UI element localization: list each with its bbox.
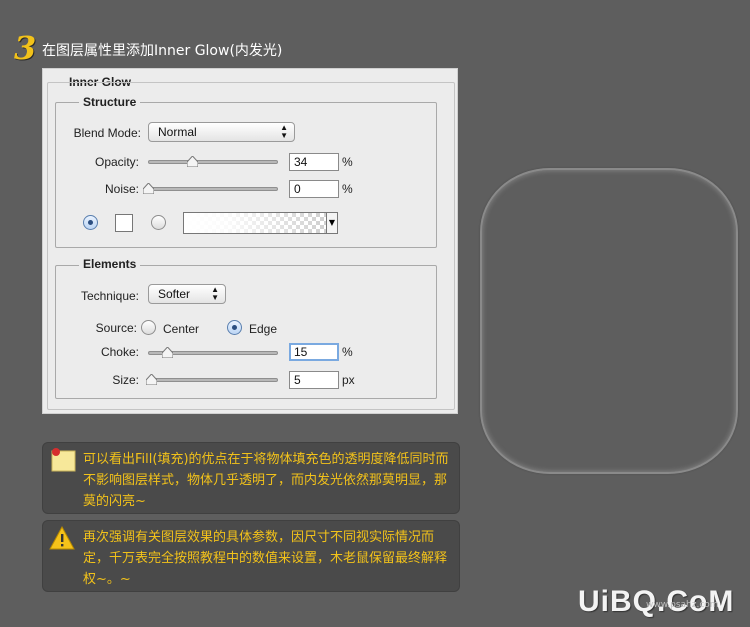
- blend-mode-value: Normal: [158, 125, 197, 139]
- select-arrows-icon: ▲ ▼: [280, 123, 288, 140]
- source-label: Source:: [95, 321, 137, 335]
- source-center-label: Center: [163, 322, 200, 336]
- sticky-note-icon: [51, 448, 76, 472]
- opacity-slider-thumb[interactable]: [186, 156, 198, 167]
- step-title: 在图层属性里添加Inner Glow(内发光): [42, 43, 283, 59]
- choke-slider-thumb[interactable]: [162, 347, 174, 358]
- technique-label: Technique:: [80, 289, 139, 303]
- select-arrows-icon: ▲ ▼: [211, 285, 219, 302]
- elements-title: Elements: [79, 257, 141, 271]
- blend-mode-select[interactable]: Normal ▲ ▼: [148, 122, 295, 142]
- source-edge-label: Edge: [249, 322, 278, 336]
- structure-title: Structure: [79, 95, 141, 109]
- source-edge-radio[interactable]: [227, 320, 242, 335]
- gradient-picker[interactable]: [183, 212, 327, 234]
- glow-color-swatch[interactable]: [115, 214, 133, 232]
- noise-label: Noise:: [104, 182, 139, 196]
- watermark-url: www.psahz.com: [646, 600, 719, 610]
- source-center-radio[interactable]: [141, 320, 156, 335]
- size-slider-thumb[interactable]: [145, 374, 157, 385]
- warning-note-text: 再次强调有关图层效果的具体参数，因尺寸不同视实际情况而定，千万表完全按照教程中的…: [83, 530, 448, 587]
- size-label: Size:: [112, 373, 139, 387]
- technique-value: Softer: [158, 287, 191, 301]
- warning-icon: [49, 526, 75, 550]
- noise-slider-thumb[interactable]: [143, 183, 154, 194]
- gradient-radio[interactable]: [151, 215, 166, 230]
- size-unit: px: [342, 373, 355, 387]
- inner-glow-panel: Inner Glow Structure Blend Mode: Normal …: [42, 68, 458, 414]
- opacity-input[interactable]: 34: [289, 153, 339, 171]
- blend-mode-label: Blend Mode:: [73, 126, 141, 140]
- warning-note: 再次强调有关图层效果的具体参数，因尺寸不同视实际情况而定，千万表完全按照教程中的…: [42, 520, 460, 592]
- choke-slider[interactable]: [148, 347, 278, 358]
- choke-label: Choke:: [100, 345, 139, 359]
- noise-input[interactable]: 0: [289, 180, 339, 198]
- size-input[interactable]: 5: [289, 371, 339, 389]
- opacity-unit: %: [342, 155, 353, 169]
- gradient-dropdown-icon[interactable]: ▼: [326, 212, 338, 234]
- opacity-slider[interactable]: [148, 156, 278, 167]
- inner-glow-shape-preview: [480, 168, 738, 474]
- technique-select[interactable]: Softer ▲ ▼: [148, 284, 226, 304]
- choke-input[interactable]: 15: [289, 343, 339, 361]
- tip-note: 可以看出Fill(填充)的优点在于将物体填充色的透明度降低同时而不影响图层样式，…: [42, 442, 460, 514]
- choke-unit: %: [342, 345, 353, 359]
- noise-slider[interactable]: [143, 183, 278, 194]
- noise-unit: %: [342, 182, 353, 196]
- solid-color-radio[interactable]: [83, 215, 98, 230]
- step-number: 3: [14, 29, 37, 67]
- opacity-label: Opacity:: [94, 155, 139, 169]
- tip-note-text: 可以看出Fill(填充)的优点在于将物体填充色的透明度降低同时而不影响图层样式，…: [83, 452, 449, 509]
- size-slider[interactable]: [145, 374, 278, 385]
